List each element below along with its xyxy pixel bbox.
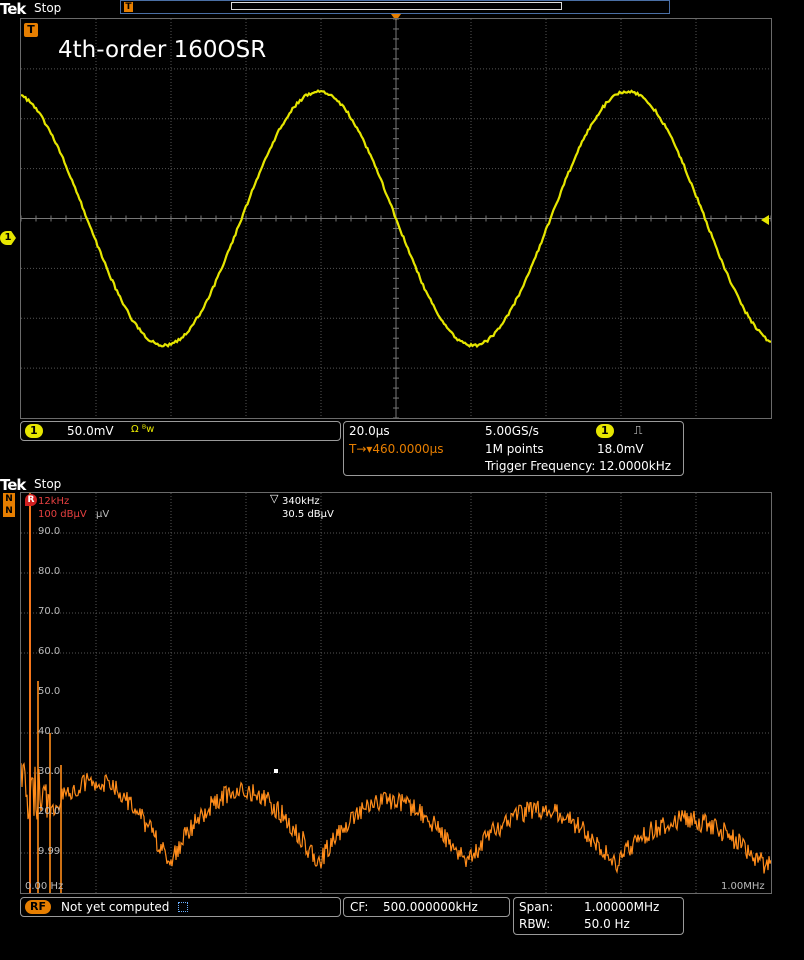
- center-frequency-panel[interactable]: CF: 500.000000kHz: [343, 897, 510, 917]
- time-per-div: 20.0µs: [349, 424, 390, 438]
- waveform-graticule[interactable]: [20, 18, 772, 419]
- trigger-time-marker[interactable]: T: [24, 23, 38, 37]
- waveform-plot: [21, 19, 771, 418]
- span-value: 1.00000MHz: [584, 900, 659, 914]
- y-axis-label: 9.99: [38, 846, 60, 857]
- marker2-level: 30.5 dBµV: [282, 509, 334, 520]
- rbw-value: 50.0 Hz: [584, 917, 630, 931]
- rf-badge: RF: [25, 900, 51, 914]
- y-axis-label: 20.0: [38, 806, 60, 817]
- channel1-settings-panel[interactable]: 1 50.0mV Ω ᴮw: [20, 421, 341, 441]
- record-window[interactable]: [231, 2, 562, 10]
- y-axis-label: 30.0: [38, 766, 60, 777]
- marker1-unit: µV: [96, 509, 109, 520]
- y-axis-label: 70.0: [38, 606, 60, 617]
- channel1-volts-div: 50.0mV: [67, 424, 114, 438]
- cf-label: CF:: [350, 900, 368, 914]
- trigger-level: 18.0mV: [597, 442, 644, 456]
- spectrum-plot: [21, 493, 771, 893]
- rf-settings-panel[interactable]: RF Not yet computed: [20, 897, 341, 917]
- x-axis-start: 0.00 Hz: [25, 881, 63, 892]
- brand-logo: Tek: [0, 0, 25, 18]
- sample-rate: 5.00GS/s: [485, 424, 539, 438]
- trigger-source-badge: 1: [596, 424, 614, 438]
- trigger-frequency: Trigger Frequency: 12.0000kHz: [485, 459, 671, 473]
- channel1-ground-marker[interactable]: 1: [0, 231, 16, 245]
- trigger-slope-icon: ⎍: [634, 423, 642, 438]
- rbw-label: RBW:: [519, 917, 550, 931]
- marker1-frequency: 12kHz: [38, 496, 69, 507]
- y-axis-label: 90.0: [38, 526, 60, 537]
- record-length: 1M points: [485, 442, 544, 456]
- side-marker-1: N: [3, 493, 15, 505]
- span-rbw-panel[interactable]: Span: 1.00000MHz RBW: 50.0 Hz: [513, 897, 684, 935]
- y-axis-label: 60.0: [38, 646, 60, 657]
- side-marker-2: N: [3, 505, 15, 517]
- spectrum-status: Stop: [34, 477, 61, 491]
- plot-title: 4th-order 160OSR: [58, 37, 266, 63]
- reference-marker[interactable]: R: [25, 494, 37, 506]
- horizontal-delay: T→▾460.0000µs: [349, 442, 444, 456]
- y-axis-label: 80.0: [38, 566, 60, 577]
- acquisition-status: Stop: [34, 1, 61, 15]
- cf-value: 500.000000kHz: [383, 900, 478, 914]
- trigger-level-marker[interactable]: [761, 215, 769, 225]
- rf-status-text: Not yet computed: [61, 900, 169, 914]
- horizontal-trigger-panel[interactable]: 20.0µs 5.00GS/s 1 ⎍ T→▾460.0000µs 1M poi…: [343, 421, 684, 476]
- x-axis-end: 1.00MHz: [721, 881, 765, 892]
- spectrum-trace: [21, 763, 771, 873]
- channel1-termination-icons: Ω ᴮw: [131, 424, 154, 435]
- expand-icon[interactable]: [178, 902, 188, 912]
- y-axis-label: 40.0: [38, 726, 60, 737]
- span-label: Span:: [519, 900, 553, 914]
- marker2-point: [274, 769, 278, 773]
- spectrum-graticule[interactable]: [20, 492, 772, 894]
- record-trigger-marker: T: [124, 2, 133, 12]
- marker2-frequency: 340kHz: [282, 496, 320, 507]
- marker1-level: 100 dBµV: [38, 509, 87, 520]
- channel1-badge: 1: [25, 424, 43, 438]
- marker2-symbol[interactable]: ▽: [270, 492, 278, 505]
- y-axis-label: 50.0: [38, 686, 60, 697]
